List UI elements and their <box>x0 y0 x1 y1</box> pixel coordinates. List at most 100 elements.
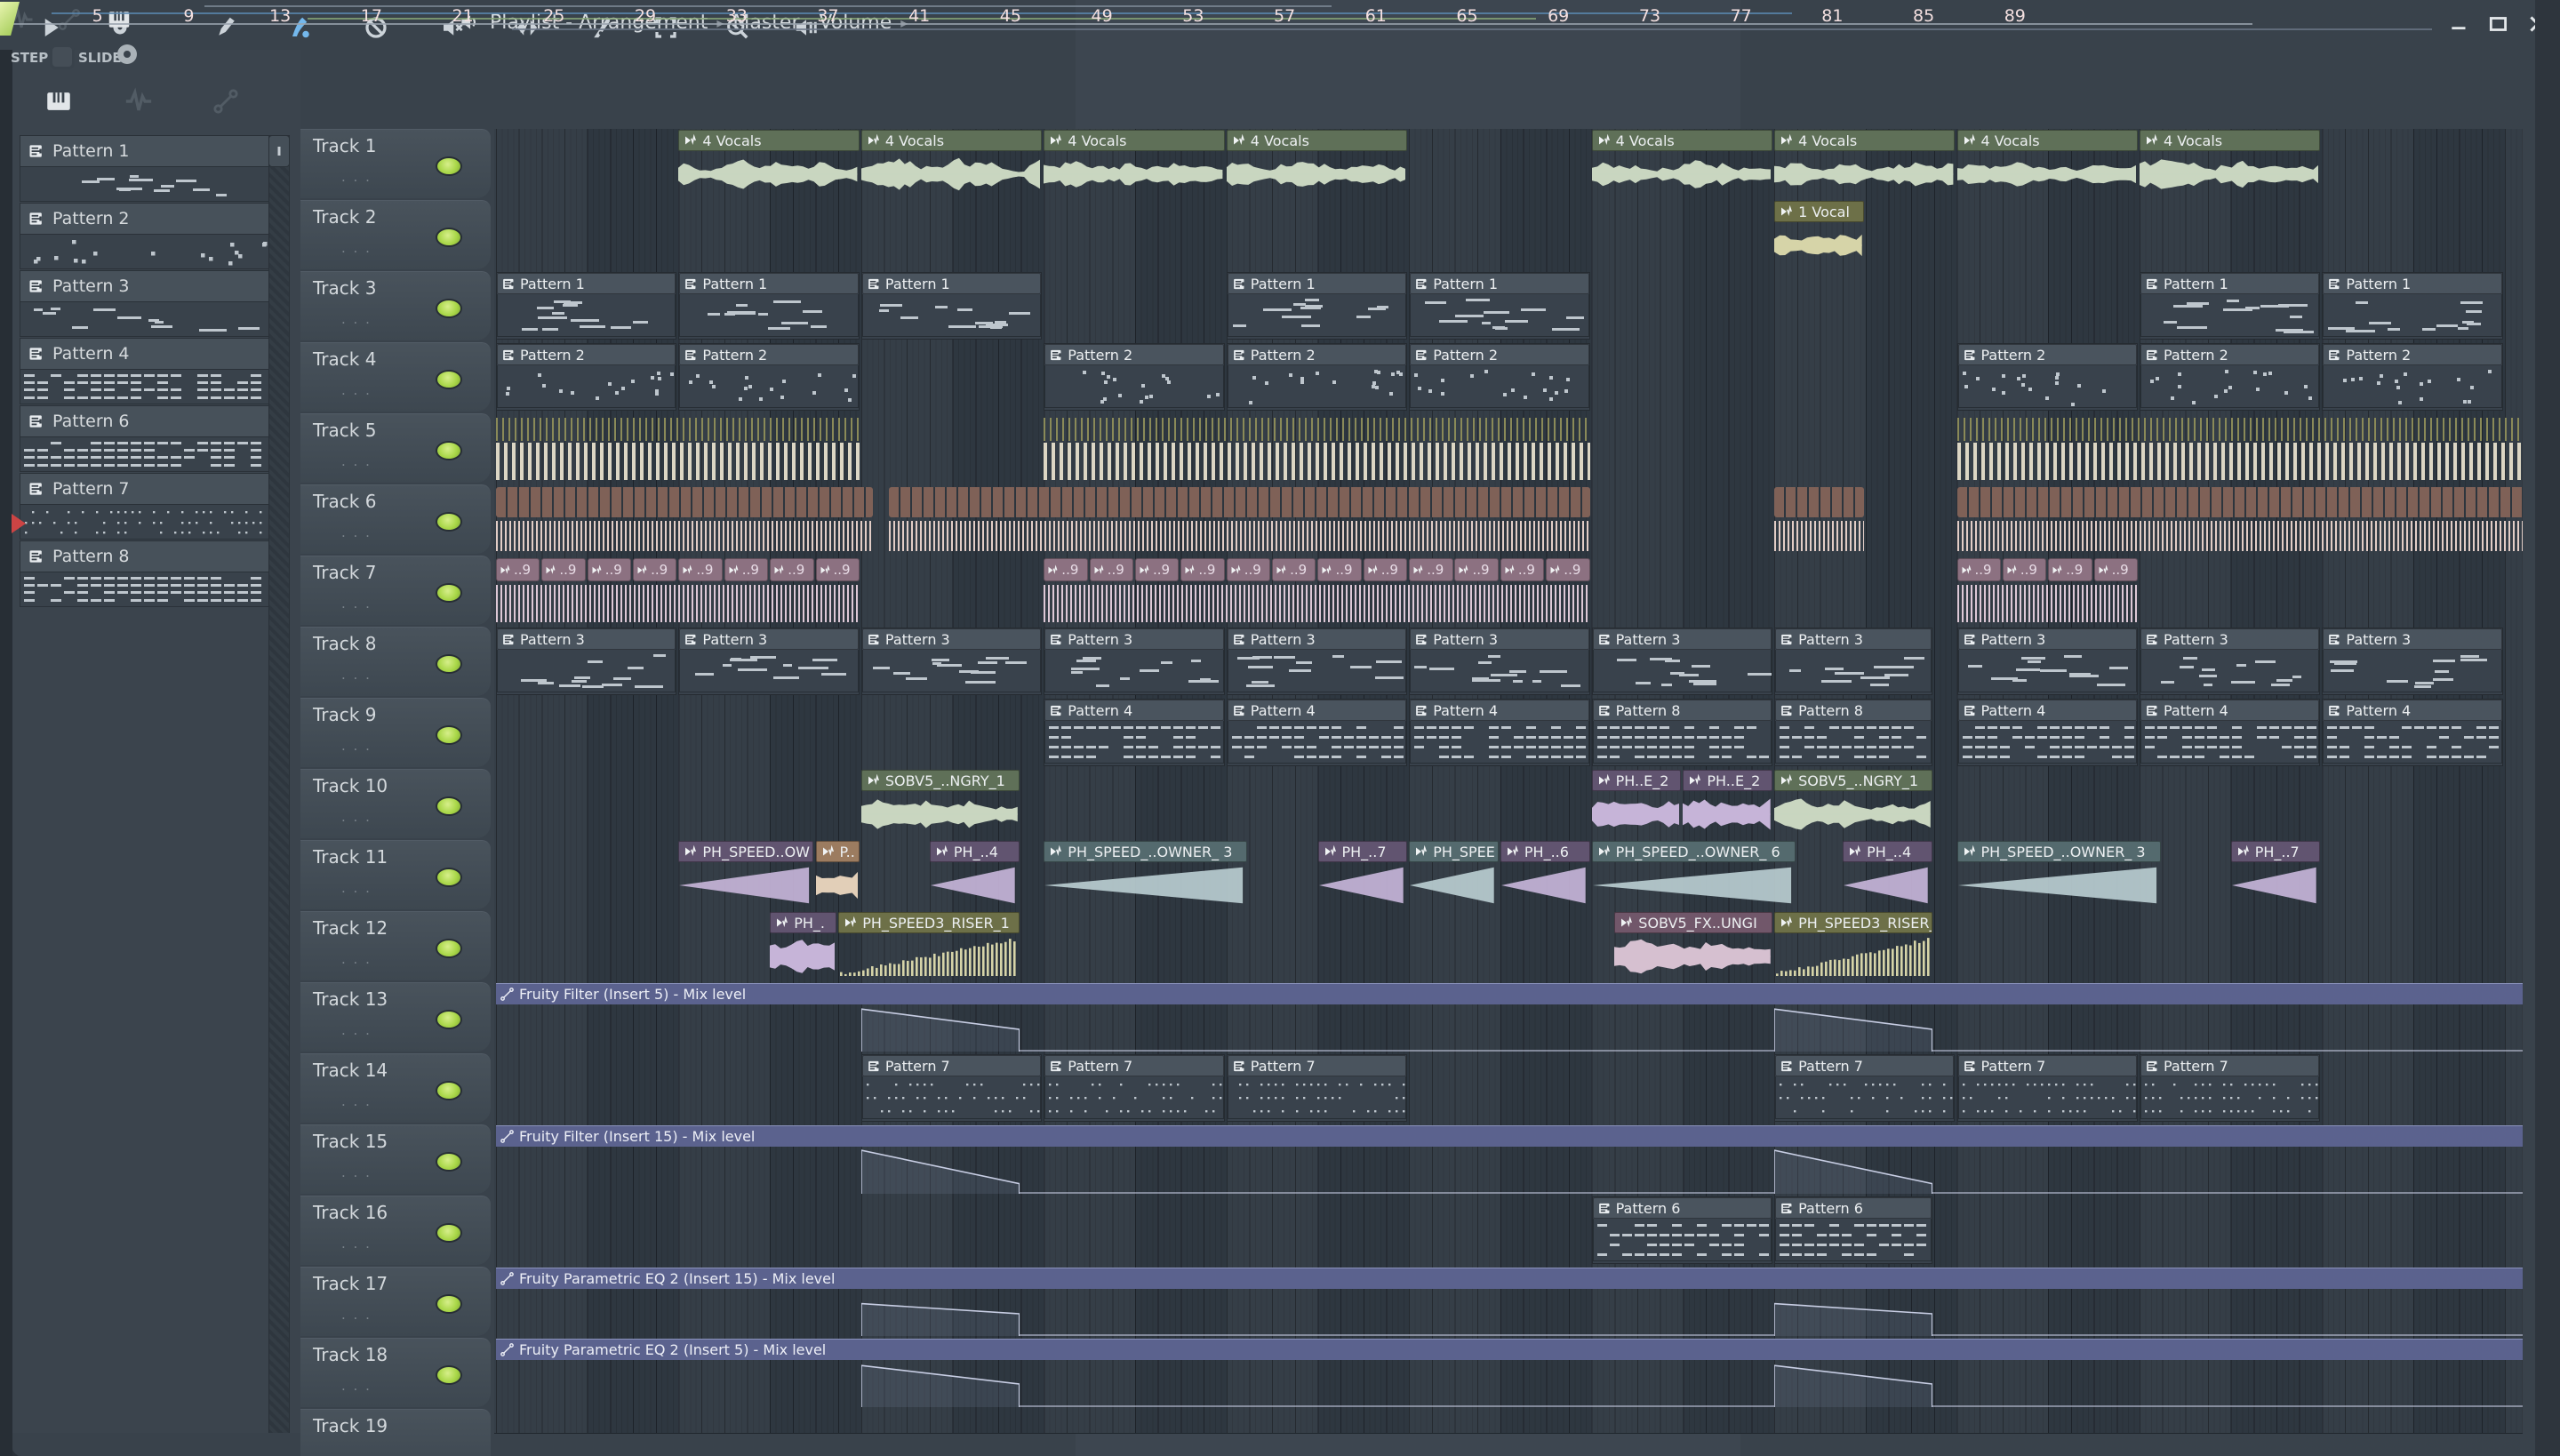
track-options-dots[interactable]: . . . <box>341 880 372 896</box>
track-lane-12[interactable]: PH_. PH_SPEED3_RISER_1 SOBV5_FX..UNGI PH_SP… <box>494 911 2523 983</box>
mini-pattern-chip[interactable]: ..9 <box>770 558 814 581</box>
pattern-clip-header[interactable]: Pattern 3 <box>679 628 859 650</box>
automation-clip-header[interactable]: Fruity Parametric EQ 2 (Insert 15) - Mix… <box>496 1268 2523 1289</box>
track-mute-led[interactable] <box>436 1152 462 1172</box>
automation-ramp[interactable] <box>860 1361 1020 1407</box>
pattern-clip-header[interactable]: Pattern 7 <box>2140 1055 2320 1076</box>
pattern-clip-header[interactable]: Pattern 3 <box>1775 628 1932 650</box>
track-header-6[interactable]: Track 6 . . . <box>300 484 491 554</box>
pattern-clip-header[interactable]: Pattern 2 <box>1044 344 1224 365</box>
pattern-clip-header[interactable]: Pattern 3 <box>1410 628 1589 650</box>
pattern-clip-header[interactable]: Pattern 7 <box>1044 1055 1224 1076</box>
chip-audio-clip[interactable] <box>1774 485 1864 553</box>
pattern-clip[interactable]: Pattern 2 <box>1956 343 2138 411</box>
audio-clip-header[interactable]: SOBV5_FX..UNGI <box>1614 912 1773 933</box>
pattern-clip[interactable]: Pattern 2 <box>1044 343 1225 411</box>
audio-clip-header[interactable]: PH_SPEED_..OWNER_ 6 <box>1591 841 1796 862</box>
track-header-14[interactable]: Track 14 . . . <box>300 1053 491 1123</box>
step-toggle[interactable] <box>50 44 75 69</box>
audio-clip-header[interactable]: PH..E_2 <box>1683 770 1773 791</box>
pattern-clip-header[interactable]: Pattern 4 <box>1044 700 1224 721</box>
pattern-clip[interactable]: Pattern 1 <box>678 272 860 340</box>
track-options-dots[interactable]: . . . <box>341 951 372 967</box>
pattern-clip[interactable]: Pattern 3 <box>1774 628 1932 695</box>
pattern-clip[interactable]: Pattern 1 <box>2140 272 2321 340</box>
audio-clip[interactable]: 4 Vocals <box>860 130 1043 197</box>
audio-clip[interactable]: PH_. <box>770 912 837 980</box>
track-lane-4[interactable]: Pattern 2 Pattern 2 Pattern 2 Pattern 2 Patt… <box>494 342 2523 414</box>
mini-pattern-chip[interactable]: ..9 <box>724 558 769 581</box>
track-lane-9[interactable]: Pattern 4 Pattern 4 Pattern 4 Pattern 8 Patt… <box>494 698 2523 770</box>
audio-clip-header[interactable]: PH_..7 <box>1317 841 1408 862</box>
track-options-dots[interactable]: . . . <box>341 1022 372 1038</box>
automation-ramp[interactable] <box>1774 1290 1932 1336</box>
mini-pattern-chip[interactable]: ..9 <box>1956 558 2001 581</box>
audio-clip-header[interactable]: PH_..6 <box>1500 841 1590 862</box>
track-lane-15[interactable]: Fruity Filter (Insert 15) - Mix level <box>494 1124 2523 1196</box>
picker-tab-piano[interactable] <box>39 84 78 119</box>
pattern-clip[interactable]: Pattern 4 <box>1409 699 1590 766</box>
pattern-clip[interactable]: Pattern 3 <box>1226 628 1408 695</box>
track-lane-13[interactable]: Fruity Filter (Insert 5) - Mix level <box>494 982 2523 1054</box>
pattern-clip-header[interactable]: Pattern 2 <box>2140 344 2320 365</box>
track-mute-led[interactable] <box>436 725 462 745</box>
track-header-2[interactable]: Track 2 . . . <box>300 200 491 269</box>
dense-pattern-clip[interactable] <box>1044 414 1590 482</box>
audio-clip[interactable]: PH_SPEED3_RISER_1 <box>838 912 1020 980</box>
pattern-clip[interactable]: Pattern 2 <box>678 343 860 411</box>
pattern-clip[interactable]: Pattern 4 <box>1044 699 1225 766</box>
mini-pattern-chip[interactable]: ..9 <box>1134 558 1180 581</box>
pattern-clip[interactable]: Pattern 1 <box>1226 272 1408 340</box>
slide-icon[interactable] <box>52 4 87 36</box>
audio-clip[interactable]: 4 Vocals <box>1591 130 1772 197</box>
dense-pattern-clip[interactable] <box>1956 414 2523 482</box>
pattern-clip-header[interactable]: Pattern 1 <box>679 273 859 294</box>
track-lane-14[interactable]: Pattern 7 Pattern 7 Pattern 7 Pattern 7 Patt… <box>494 1053 2523 1125</box>
audio-clip[interactable]: 4 Vocals <box>1044 130 1225 197</box>
picker-tab-wave[interactable] <box>119 84 158 119</box>
pattern-clip[interactable]: Pattern 2 <box>496 343 677 411</box>
pattern-clip[interactable]: Pattern 7 <box>860 1054 1043 1122</box>
mini-pattern-chip[interactable]: ..9 <box>1226 558 1271 581</box>
track-lane-8[interactable]: Pattern 3 Pattern 3 Pattern 3 Pattern 3 Patt… <box>494 627 2523 699</box>
track-options-dots[interactable]: . . . <box>341 311 372 327</box>
track-options-dots[interactable]: . . . <box>341 1093 372 1109</box>
audio-clip-header[interactable]: 4 Vocals <box>1956 130 2138 151</box>
track-header-11[interactable]: Track 11 . . . <box>300 840 491 909</box>
track-mute-led[interactable] <box>436 156 462 176</box>
chip-audio-clip[interactable] <box>1956 485 2523 553</box>
audio-clip-header[interactable]: 4 Vocals <box>1774 130 1956 151</box>
audio-clip-header[interactable]: PH_SPEED3_RISER_1 <box>838 912 1020 933</box>
pattern-clip[interactable]: Pattern 7 <box>1956 1054 2138 1122</box>
pattern-clip-header[interactable]: Pattern 3 <box>2323 628 2502 650</box>
pattern-clip-header[interactable]: Pattern 1 <box>2323 273 2502 294</box>
pattern-clip-header[interactable]: Pattern 3 <box>497 628 676 650</box>
track-lane-16[interactable]: Pattern 6 Pattern 6 <box>494 1196 2523 1268</box>
pattern-clip[interactable]: Pattern 1 <box>496 272 677 340</box>
pattern-clip[interactable]: Pattern 3 <box>1956 628 2138 695</box>
pattern-clip-header[interactable]: Pattern 6 <box>1592 1197 1772 1219</box>
minimize-button[interactable] <box>2444 9 2475 39</box>
pattern-clip[interactable]: Pattern 6 <box>1591 1196 1772 1264</box>
pattern-list-item[interactable]: Pattern 2 <box>20 203 269 269</box>
audio-clip[interactable]: PH_SPEED_..OWNER_ 3 <box>1044 841 1248 908</box>
pattern-clip-header[interactable]: Pattern 2 <box>679 344 859 365</box>
track-options-dots[interactable]: . . . <box>341 1378 372 1394</box>
track-header-3[interactable]: Track 3 . . . <box>300 271 491 340</box>
track-header-7[interactable]: Track 7 . . . <box>300 556 491 625</box>
pattern-clip-header[interactable]: Pattern 4 <box>1227 700 1407 721</box>
audio-clip-header[interactable]: 1 Vocal <box>1774 201 1864 222</box>
pattern-clip[interactable]: Pattern 4 <box>2322 699 2503 766</box>
audio-clip-header[interactable]: PH_..4 <box>1843 841 1932 862</box>
mini-pattern-chip[interactable]: ..9 <box>541 558 586 581</box>
audio-clip[interactable]: PH_..6 <box>1500 841 1590 908</box>
pattern-clip-header[interactable]: Pattern 7 <box>861 1055 1042 1076</box>
pattern-clip-header[interactable]: Pattern 8 <box>1592 700 1772 721</box>
automation-ramp[interactable] <box>860 1005 1020 1052</box>
track-lane-6[interactable] <box>494 484 2523 556</box>
audio-clip[interactable]: SOBV5_..NGRY_1 <box>860 770 1020 837</box>
pattern-item-header[interactable]: Pattern 3 <box>20 270 269 302</box>
picker-tab-nodes[interactable] <box>206 84 245 119</box>
track-lane-7[interactable]: ..9 ..9 ..9 ..9 ..9 ..9 ..9 ..9 ..9 ..9 ..9 ..9 ..9.… <box>494 556 2523 628</box>
track-options-dots[interactable]: . . . <box>341 1164 372 1180</box>
